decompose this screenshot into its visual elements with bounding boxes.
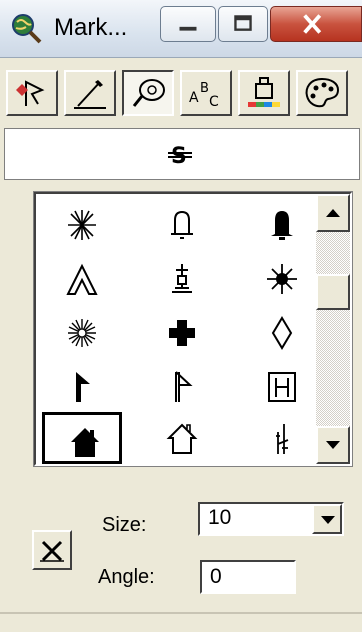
bell-filled-icon <box>271 211 293 240</box>
color-icon <box>248 77 280 107</box>
star-burst-icon <box>267 264 297 294</box>
diamond-outline-icon <box>271 316 293 350</box>
scroll-up-button[interactable] <box>316 194 350 232</box>
window-title: Mark... <box>54 14 128 41</box>
scroll-thumb[interactable] <box>316 274 350 310</box>
size-value: 10 <box>208 506 232 529</box>
tower-icon <box>276 424 289 454</box>
symbol-cell[interactable] <box>142 252 222 306</box>
size-dropdown[interactable]: 10 <box>198 502 344 536</box>
flag-filled-icon <box>76 372 90 402</box>
title-bar: Mark... <box>0 0 362 58</box>
maximize-button[interactable] <box>218 6 268 42</box>
flag-outline-icon <box>175 371 193 402</box>
angle-label: Angle: <box>98 566 155 588</box>
svg-text:A: A <box>189 90 199 106</box>
palette-tool-button[interactable] <box>296 70 348 116</box>
svg-text:C: C <box>209 94 219 110</box>
size-label: Size: <box>102 514 147 536</box>
maximize-icon <box>234 15 252 31</box>
close-icon <box>303 14 322 34</box>
symbol-preview: S <box>4 128 360 180</box>
symbol-cell[interactable] <box>42 306 122 360</box>
symbol-cell[interactable] <box>242 306 322 360</box>
sparkle-burst-icon <box>68 319 96 347</box>
text-tool-button[interactable]: A B C <box>180 70 232 116</box>
anchor-cross-icon <box>172 264 192 293</box>
gallery-scrollbar[interactable] <box>316 194 350 464</box>
x-icon <box>40 540 64 562</box>
h-box-icon <box>268 372 296 402</box>
size-dropdown-button[interactable] <box>312 504 342 534</box>
chevron-down-icon <box>321 516 335 524</box>
fill-symbol-icon <box>132 79 165 107</box>
symbol-cell[interactable] <box>142 360 222 414</box>
bottom-divider <box>0 612 362 614</box>
house-filled-icon <box>71 428 99 457</box>
marker-tool-button[interactable] <box>6 70 58 116</box>
symbol-cell[interactable] <box>242 198 322 252</box>
scroll-down-button[interactable] <box>316 426 350 464</box>
magnifier-globe-icon <box>12 14 42 44</box>
bell-outline-icon <box>171 210 193 239</box>
symbol-cell[interactable] <box>142 306 222 360</box>
asterisk-burst-icon <box>68 210 96 240</box>
clear-symbol-button[interactable] <box>32 530 72 570</box>
symbol-cell[interactable] <box>142 198 222 252</box>
line-tool-button[interactable] <box>64 70 116 116</box>
symbol-type-toolbar: A B C <box>2 62 362 118</box>
svg-text:B: B <box>200 81 209 96</box>
symbol-cell[interactable] <box>42 360 122 414</box>
palette-icon <box>305 77 340 108</box>
symbol-cell[interactable] <box>242 252 322 306</box>
text-symbol-icon: A B C <box>189 81 219 110</box>
arrow-up-icon <box>326 209 340 217</box>
marker-symbol-icon <box>16 80 45 106</box>
symbol-cell[interactable] <box>242 360 322 414</box>
minimize-icon <box>179 26 197 31</box>
symbol-gallery <box>33 191 353 467</box>
fill-tool-button[interactable] <box>122 70 174 116</box>
line-symbol-icon <box>74 80 106 109</box>
symbol-cell[interactable] <box>42 252 122 306</box>
cross-filled-icon <box>169 320 195 346</box>
close-button[interactable] <box>270 6 362 42</box>
strikethrough-s-icon: S <box>168 144 192 169</box>
chevron-up-outline-icon <box>66 263 98 295</box>
symbol-cell[interactable] <box>242 412 322 466</box>
color-tool-button[interactable] <box>238 70 290 116</box>
arrow-down-icon <box>326 441 340 449</box>
symbol-cell[interactable] <box>142 412 222 466</box>
symbol-cell[interactable] <box>42 198 122 252</box>
house-outline-icon <box>166 423 198 454</box>
symbol-cell-selected[interactable] <box>42 412 122 464</box>
minimize-button[interactable] <box>160 6 216 42</box>
angle-input[interactable] <box>200 560 296 594</box>
